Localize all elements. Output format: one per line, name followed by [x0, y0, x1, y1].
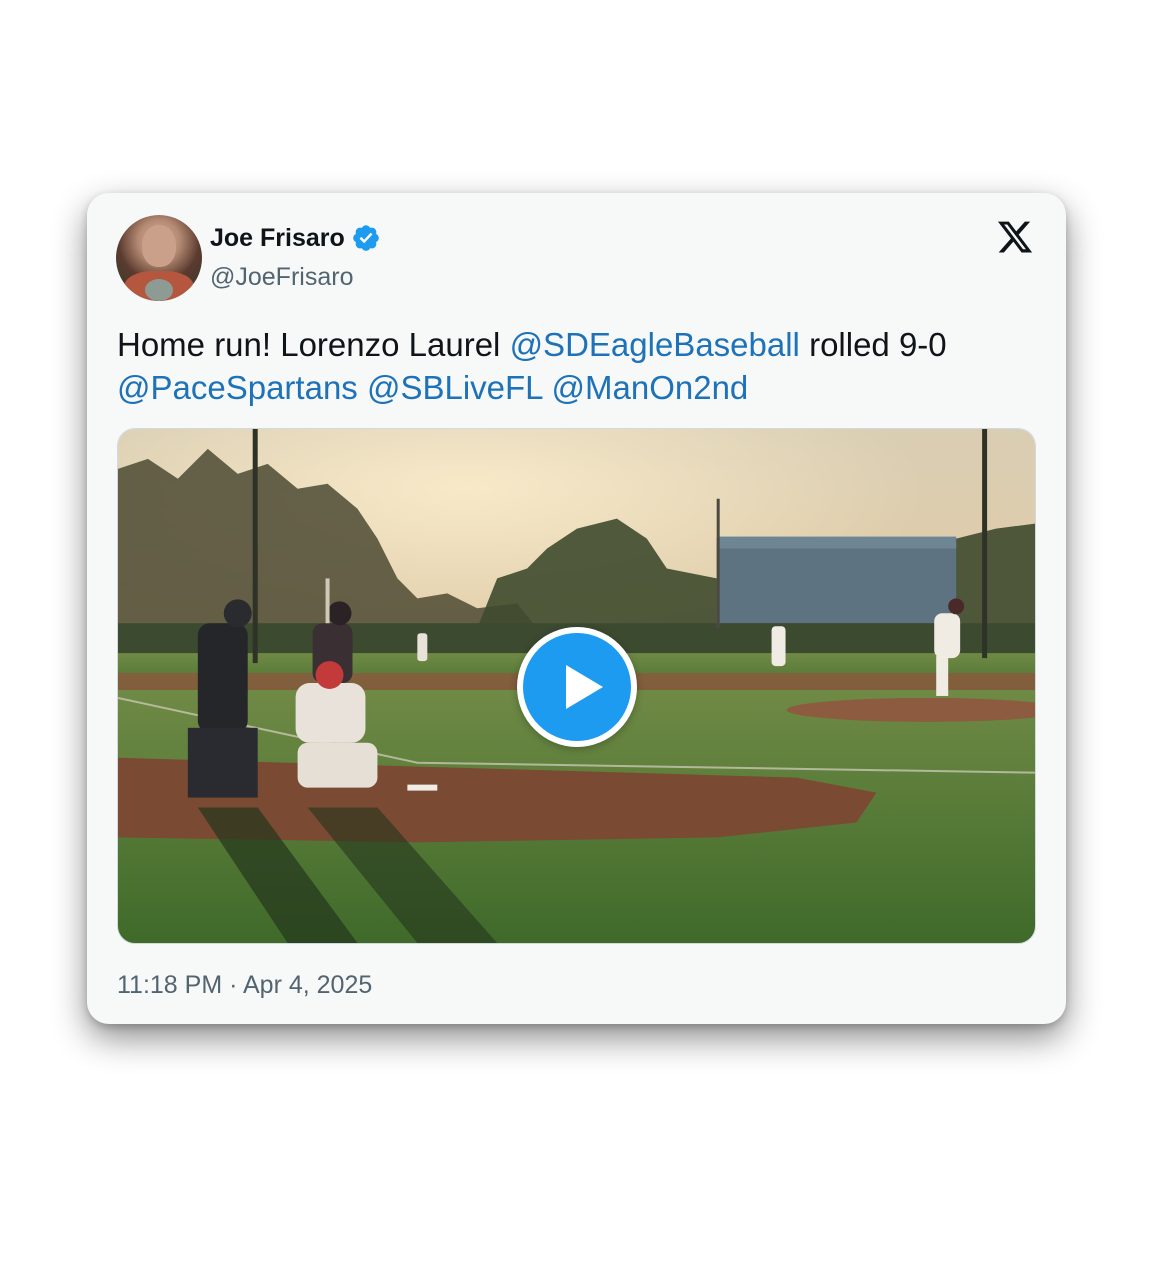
tweet-text-part: rolled 9-0 [799, 326, 947, 363]
tweet-text-part [542, 369, 551, 406]
avatar-shirt-logo [145, 279, 173, 301]
tweet-text: Home run! Lorenzo Laurel @SDEagleBasebal… [117, 323, 1027, 409]
avatar-head [142, 225, 176, 267]
tweet-text-part: Home run! Lorenzo Laurel [117, 326, 510, 363]
x-logo-icon[interactable] [995, 218, 1035, 256]
author-handle[interactable]: @JoeFrisaro [210, 263, 353, 292]
tweet-text-part [358, 369, 367, 406]
play-button[interactable] [517, 627, 637, 747]
author-name[interactable]: Joe Frisaro [210, 224, 345, 253]
play-button-inner [523, 633, 631, 741]
video-thumbnail[interactable] [117, 428, 1036, 944]
play-icon [566, 665, 603, 709]
tweet-timestamp[interactable]: 11:18 PM · Apr 4, 2025 [117, 971, 372, 1000]
author-name-row: Joe Frisaro [210, 223, 381, 253]
mention-link[interactable]: @ManOn2nd [552, 369, 749, 406]
mention-link[interactable]: @PaceSpartans [117, 369, 358, 406]
verified-badge-icon [352, 225, 379, 251]
mention-link[interactable]: @SDEagleBaseball [510, 326, 800, 363]
avatar[interactable] [116, 215, 202, 301]
mention-link[interactable]: @SBLiveFL [367, 369, 542, 406]
tweet-card[interactable]: Joe Frisaro @JoeFrisaro Home run! Lorenz… [87, 193, 1066, 1024]
